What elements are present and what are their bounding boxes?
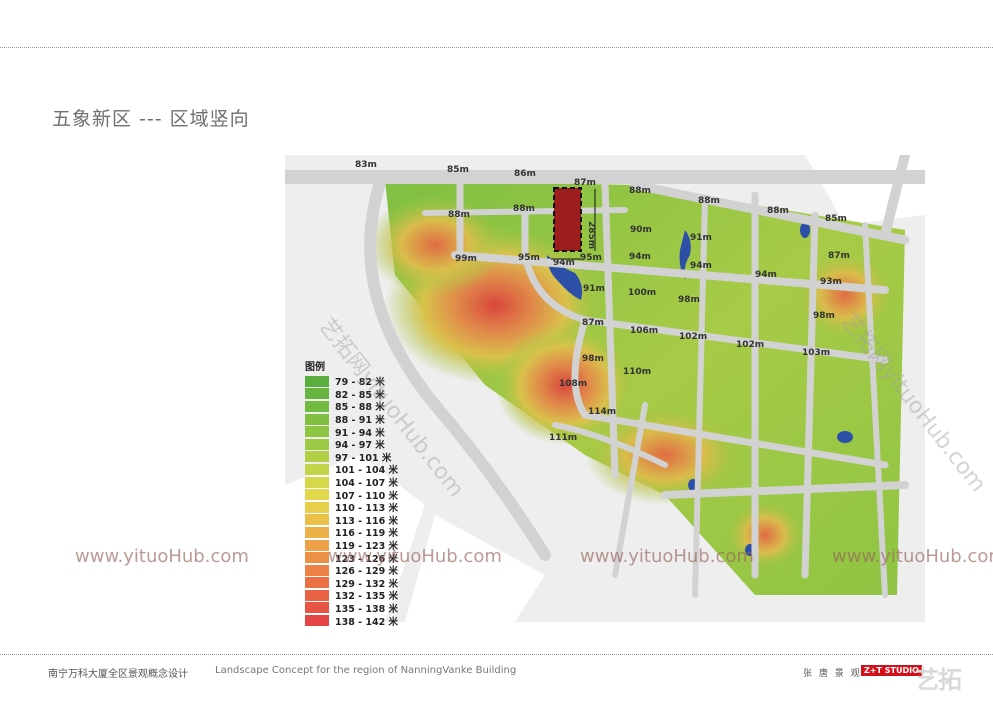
legend-swatch <box>305 388 329 400</box>
elevation-label: 95m <box>518 253 540 263</box>
height-dimension-label: 285m <box>586 221 596 249</box>
elevation-label: 94m <box>690 261 712 271</box>
elevation-label: 83m <box>355 160 377 170</box>
elevation-label: 99m <box>455 254 477 264</box>
elevation-label: 103m <box>802 348 830 358</box>
legend-swatch <box>305 501 329 513</box>
legend-item: 116 - 119 米 <box>305 526 415 539</box>
legend-swatch <box>305 539 329 551</box>
legend-swatch <box>305 438 329 450</box>
elevation-label: 108m <box>559 379 587 389</box>
site-watermark: www.yituoHub.com <box>580 546 754 567</box>
elevation-label: 98m <box>678 295 700 305</box>
page-title: 五象新区 --- 区域竖向 <box>52 108 250 130</box>
elevation-label: 98m <box>813 311 835 321</box>
legend-swatch <box>305 463 329 475</box>
legend-item: 110 - 113 米 <box>305 501 415 514</box>
top-divider <box>0 47 993 48</box>
elevation-label: 88m <box>767 206 789 216</box>
elevation-label: 88m <box>513 204 535 214</box>
legend-swatch <box>305 476 329 488</box>
site-watermark: www.yituoHub.com <box>75 546 249 567</box>
studio-name: 张 唐 景 观 <box>803 669 862 679</box>
elevation-label: 87m <box>582 318 604 328</box>
site-watermark: www.yituoHub.com <box>832 546 993 567</box>
elevation-label: 88m <box>629 186 651 196</box>
elevation-label: 85m <box>825 214 847 224</box>
elevation-label: 91m <box>690 233 712 243</box>
legend-item: 113 - 116 米 <box>305 514 415 527</box>
elevation-label: 93m <box>820 277 842 287</box>
legend-swatch <box>305 602 329 614</box>
elevation-label: 111m <box>549 433 577 443</box>
elevation-label: 85m <box>447 165 469 175</box>
legend-swatch <box>305 552 329 564</box>
elevation-label: 102m <box>679 332 707 342</box>
legend-swatch <box>305 526 329 538</box>
site-watermark: www.yituoHub.com <box>328 546 502 567</box>
legend-swatch <box>305 451 329 463</box>
elevation-label: 87m <box>574 178 596 188</box>
footer-project-cn: 南宁万科大厦全区景观概念设计 <box>48 669 188 680</box>
elevation-label: 88m <box>448 210 470 220</box>
elevation-label: 100m <box>628 288 656 298</box>
footer-project-en: Landscape Concept for the region of Nann… <box>215 665 517 676</box>
legend-item: 107 - 110 米 <box>305 488 415 502</box>
legend-swatch <box>305 514 329 526</box>
elevation-label: 102m <box>736 340 764 350</box>
legend-swatch <box>305 413 329 425</box>
elevation-label: 98m <box>582 354 604 364</box>
legend-swatch <box>305 577 329 589</box>
elevation-label: 110m <box>623 367 651 377</box>
elevation-label: 94m <box>755 270 777 280</box>
building-site <box>553 187 582 252</box>
studio-badge: Z+T STUDIO <box>861 665 922 676</box>
elevation-label: 114m <box>588 407 616 417</box>
legend-label: 138 - 142 米 <box>335 616 399 628</box>
elevation-label: 95m <box>580 253 602 263</box>
legend-swatch <box>305 564 329 576</box>
elevation-label: 91m <box>583 284 605 294</box>
legend-item: 132 - 135 米 <box>305 589 415 602</box>
legend-swatch <box>305 589 329 601</box>
legend-swatch <box>305 375 329 387</box>
elevation-label: 94m <box>629 252 651 262</box>
elevation-label: 90m <box>630 225 652 235</box>
legend-item: 129 - 132 米 <box>305 577 415 590</box>
elevation-label: 88m <box>698 196 720 206</box>
elevation-label: 106m <box>630 326 658 336</box>
water-body <box>837 431 853 443</box>
legend-item: 104 - 107 米 <box>305 476 415 489</box>
legend-item: 135 - 138 米 <box>305 602 415 615</box>
legend-item: 101 - 104 米 <box>305 463 415 476</box>
legend-item: 138 - 142 米 <box>305 614 415 628</box>
legend-swatch <box>305 426 329 438</box>
brand-logo: 艺拓 <box>915 666 962 694</box>
legend-item: 97 - 101 米 <box>305 451 415 464</box>
legend-swatch <box>305 615 329 627</box>
legend-swatch <box>305 489 329 501</box>
width-dimension-label: 94m <box>553 258 575 268</box>
elevation-label: 86m <box>514 169 536 179</box>
elevation-label: 87m <box>828 251 850 261</box>
bottom-divider <box>0 654 993 655</box>
legend-swatch <box>305 400 329 412</box>
